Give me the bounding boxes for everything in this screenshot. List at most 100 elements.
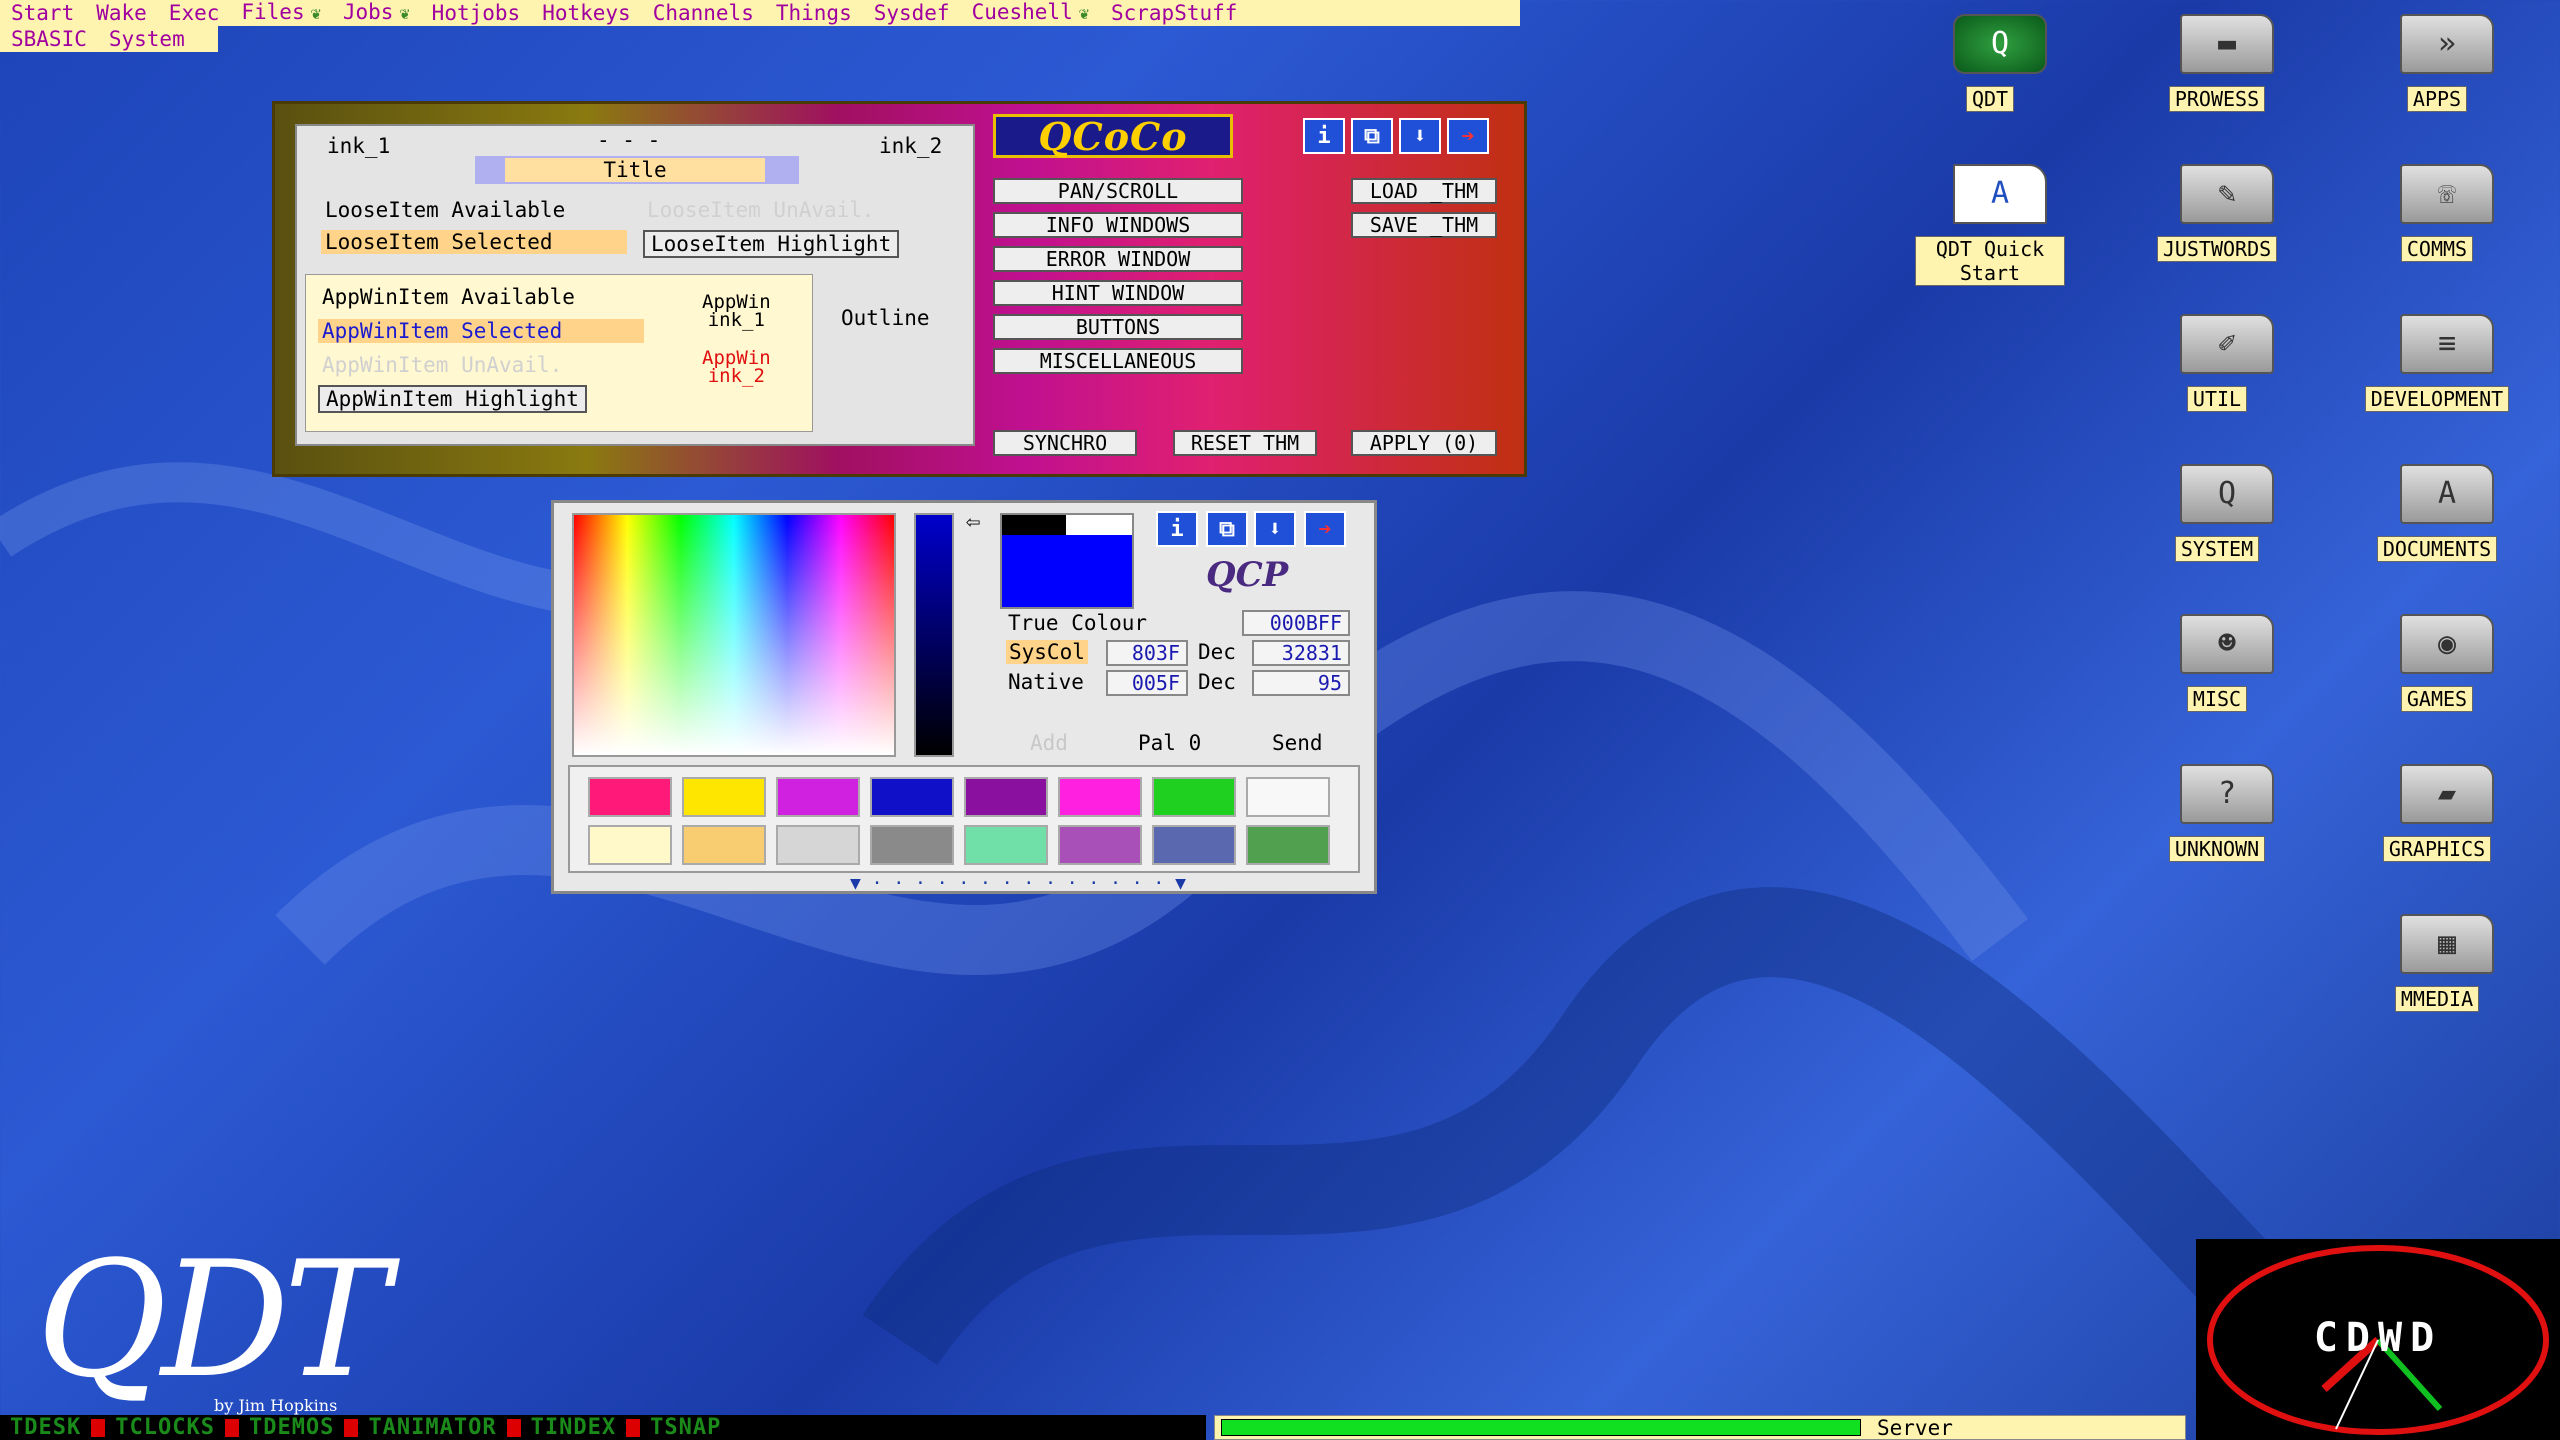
loose-item-selected[interactable]: LooseItem Selected [321, 230, 627, 254]
palette-swatch[interactable] [870, 825, 954, 865]
apps-icon: » [2400, 14, 2494, 74]
resize-icon[interactable]: ⧉ [1351, 118, 1393, 154]
true-colour-field[interactable]: 000BFF [1242, 610, 1350, 636]
icon-glyph: Q [1990, 26, 2010, 61]
save-thm-button[interactable]: SAVE _THM [1351, 212, 1497, 238]
colour-spectrum[interactable] [572, 513, 896, 757]
picker-close-icon[interactable]: ➔ [1304, 511, 1346, 547]
theme-button-miscellaneous[interactable]: MISCELLANEOUS [993, 348, 1243, 374]
appwin-item-available[interactable]: AppWinItem Available [322, 285, 575, 309]
picker-resize-icon[interactable]: ⧉ [1206, 511, 1248, 547]
synchro-button[interactable]: SYNCHRO [993, 430, 1137, 456]
palette-swatch[interactable] [776, 825, 860, 865]
desktop-icon-unknown[interactable]: ? UNKNOWN [2142, 760, 2292, 870]
minimize-down-icon[interactable]: ⬇ [1399, 118, 1441, 154]
picker-info-icon[interactable]: i [1156, 511, 1198, 547]
palette-swatch[interactable] [1152, 777, 1236, 817]
info-icon[interactable]: i [1303, 118, 1345, 154]
desktop-icon-qdt[interactable]: Q QDT [1915, 10, 2065, 120]
apply-button[interactable]: APPLY (0) [1351, 430, 1497, 456]
loose-item-available[interactable]: LooseItem Available [325, 198, 565, 222]
desktop-icon-mmedia[interactable]: ▦ MMEDIA [2362, 910, 2512, 1020]
menu-item-exec[interactable]: Exec [158, 0, 231, 26]
theme-button-buttons[interactable]: BUTTONS [993, 314, 1243, 340]
desktop-icon-games[interactable]: ◉ GAMES [2362, 610, 2512, 720]
desktop-icon-util[interactable]: ✐ UTIL [2142, 310, 2292, 420]
theme-button-pan-scroll[interactable]: PAN/SCROLL [993, 178, 1243, 204]
palette-swatch[interactable] [682, 825, 766, 865]
menu-label: Things [775, 1, 852, 25]
palette-swatch[interactable] [870, 777, 954, 817]
desktop-icon-prowess[interactable]: ▬ PROWESS [2142, 10, 2292, 120]
appwin-item-highlight[interactable]: AppWinItem Highlight [318, 385, 587, 413]
menu-item-cueshell[interactable]: Cueshell ❦ [961, 0, 1100, 27]
colour-picker-window[interactable]: ⇦ i ⧉ ⬇ ➔ QCP True Colour 000BFF SysCol … [551, 500, 1377, 894]
ink2-label: ink_2 [879, 134, 943, 158]
main-menu-bar: Start Wake Exec Files ❦ Jobs ❦ Hotjobs Hotkeys Ch… [0, 0, 1520, 26]
task-tanimator[interactable]: TANIMATOR [358, 1415, 506, 1440]
menu-label: Jobs [342, 0, 394, 24]
menu-item-sysdef[interactable]: Sysdef [863, 0, 961, 26]
task-tdemos[interactable]: TDEMOS [239, 1415, 344, 1440]
menu-label: ScrapStuff [1110, 1, 1238, 25]
task-separator [224, 1418, 239, 1437]
palette-swatch[interactable] [1058, 777, 1142, 817]
appwin-item-selected[interactable]: AppWinItem Selected [318, 319, 644, 343]
palette-swatch[interactable] [588, 825, 672, 865]
theme-button-error-window[interactable]: ERROR WINDOW [993, 246, 1243, 272]
qcoco-theme-window[interactable]: ink_1 - - - ink_2 Title LooseItem Availa… [272, 101, 1527, 477]
dashes-label: - - - [597, 128, 661, 152]
task-tindex[interactable]: TINDEX [521, 1415, 626, 1440]
palette-swatch[interactable] [1246, 777, 1330, 817]
menu-label: Exec [168, 1, 220, 25]
menu-item-scrapstuff[interactable]: ScrapStuff [1100, 0, 1248, 26]
desktop-icon-apps[interactable]: » APPS [2362, 10, 2512, 120]
palette-scroll-icon[interactable]: ▼ · · · · · · · · · · · · · · ▼ [850, 873, 1186, 894]
close-arrow-icon[interactable]: ➔ [1447, 118, 1489, 154]
pal-button[interactable]: Pal 0 [1138, 731, 1201, 755]
loose-item-highlight[interactable]: LooseItem Highlight [643, 230, 900, 258]
menu-item-wake[interactable]: Wake [85, 0, 158, 26]
native-dec-field[interactable]: 95 [1252, 670, 1350, 696]
native-field[interactable]: 005F [1106, 670, 1188, 696]
menu-item-hotkeys[interactable]: Hotkeys [531, 0, 642, 26]
picker-minimize-icon[interactable]: ⬇ [1254, 511, 1296, 547]
desktop-icon-qdt-quick-start[interactable]: A QDT Quick Start [1915, 160, 2065, 286]
task-tdesk[interactable]: TDESK [0, 1415, 91, 1440]
task-tclocks[interactable]: TCLOCKS [105, 1415, 225, 1440]
loose-item-unavailable: LooseItem UnAvail. [647, 198, 875, 222]
palette-swatch[interactable] [1152, 825, 1236, 865]
palette-swatch[interactable] [682, 777, 766, 817]
syscol-field[interactable]: 803F [1106, 640, 1188, 666]
palette-swatch[interactable] [964, 825, 1048, 865]
menu-item-things[interactable]: Things [765, 0, 863, 26]
theme-button-info-windows[interactable]: INFO WINDOWS [993, 212, 1243, 238]
desktop-icon-graphics[interactable]: ▰ GRAPHICS [2362, 760, 2512, 870]
desktop-icon-misc[interactable]: ☻ MISC [2142, 610, 2292, 720]
menu-item-channels[interactable]: Channels [642, 0, 765, 26]
send-button[interactable]: Send [1272, 731, 1323, 755]
palette-swatch[interactable] [1246, 825, 1330, 865]
desktop-icon-development[interactable]: ≡ DEVELOPMENT [2362, 310, 2512, 420]
palette-swatch[interactable] [588, 777, 672, 817]
menu-item-jobs[interactable]: Jobs ❦ [332, 0, 421, 27]
palette-swatch[interactable] [964, 777, 1048, 817]
load-thm-button[interactable]: LOAD _THM [1351, 178, 1497, 204]
unknown-icon: ? [2180, 764, 2274, 824]
brightness-strip[interactable] [914, 513, 954, 757]
palette-swatch[interactable] [1058, 825, 1142, 865]
desktop-icon-documents[interactable]: A DOCUMENTS [2362, 460, 2512, 570]
menu-item-files[interactable]: Files ❦ [230, 0, 331, 27]
palette-swatch[interactable] [776, 777, 860, 817]
desktop-icon-justwords[interactable]: ✎ JUSTWORDS [2142, 160, 2292, 270]
menu-label: Start [11, 1, 75, 25]
reset-thm-button[interactable]: RESET THM [1173, 430, 1317, 456]
syscol-dec-field[interactable]: 32831 [1252, 640, 1350, 666]
menu-item-start[interactable]: Start [0, 0, 85, 26]
desktop-icon-comms[interactable]: ☏ COMMS [2362, 160, 2512, 270]
theme-button-hint-window[interactable]: HINT WINDOW [993, 280, 1243, 306]
menu-item-hotjobs[interactable]: Hotjobs [421, 0, 532, 26]
task-tsnap[interactable]: TSNAP [640, 1415, 731, 1440]
palette [568, 765, 1360, 873]
desktop-icon-system[interactable]: Q SYSTEM [2142, 460, 2292, 570]
